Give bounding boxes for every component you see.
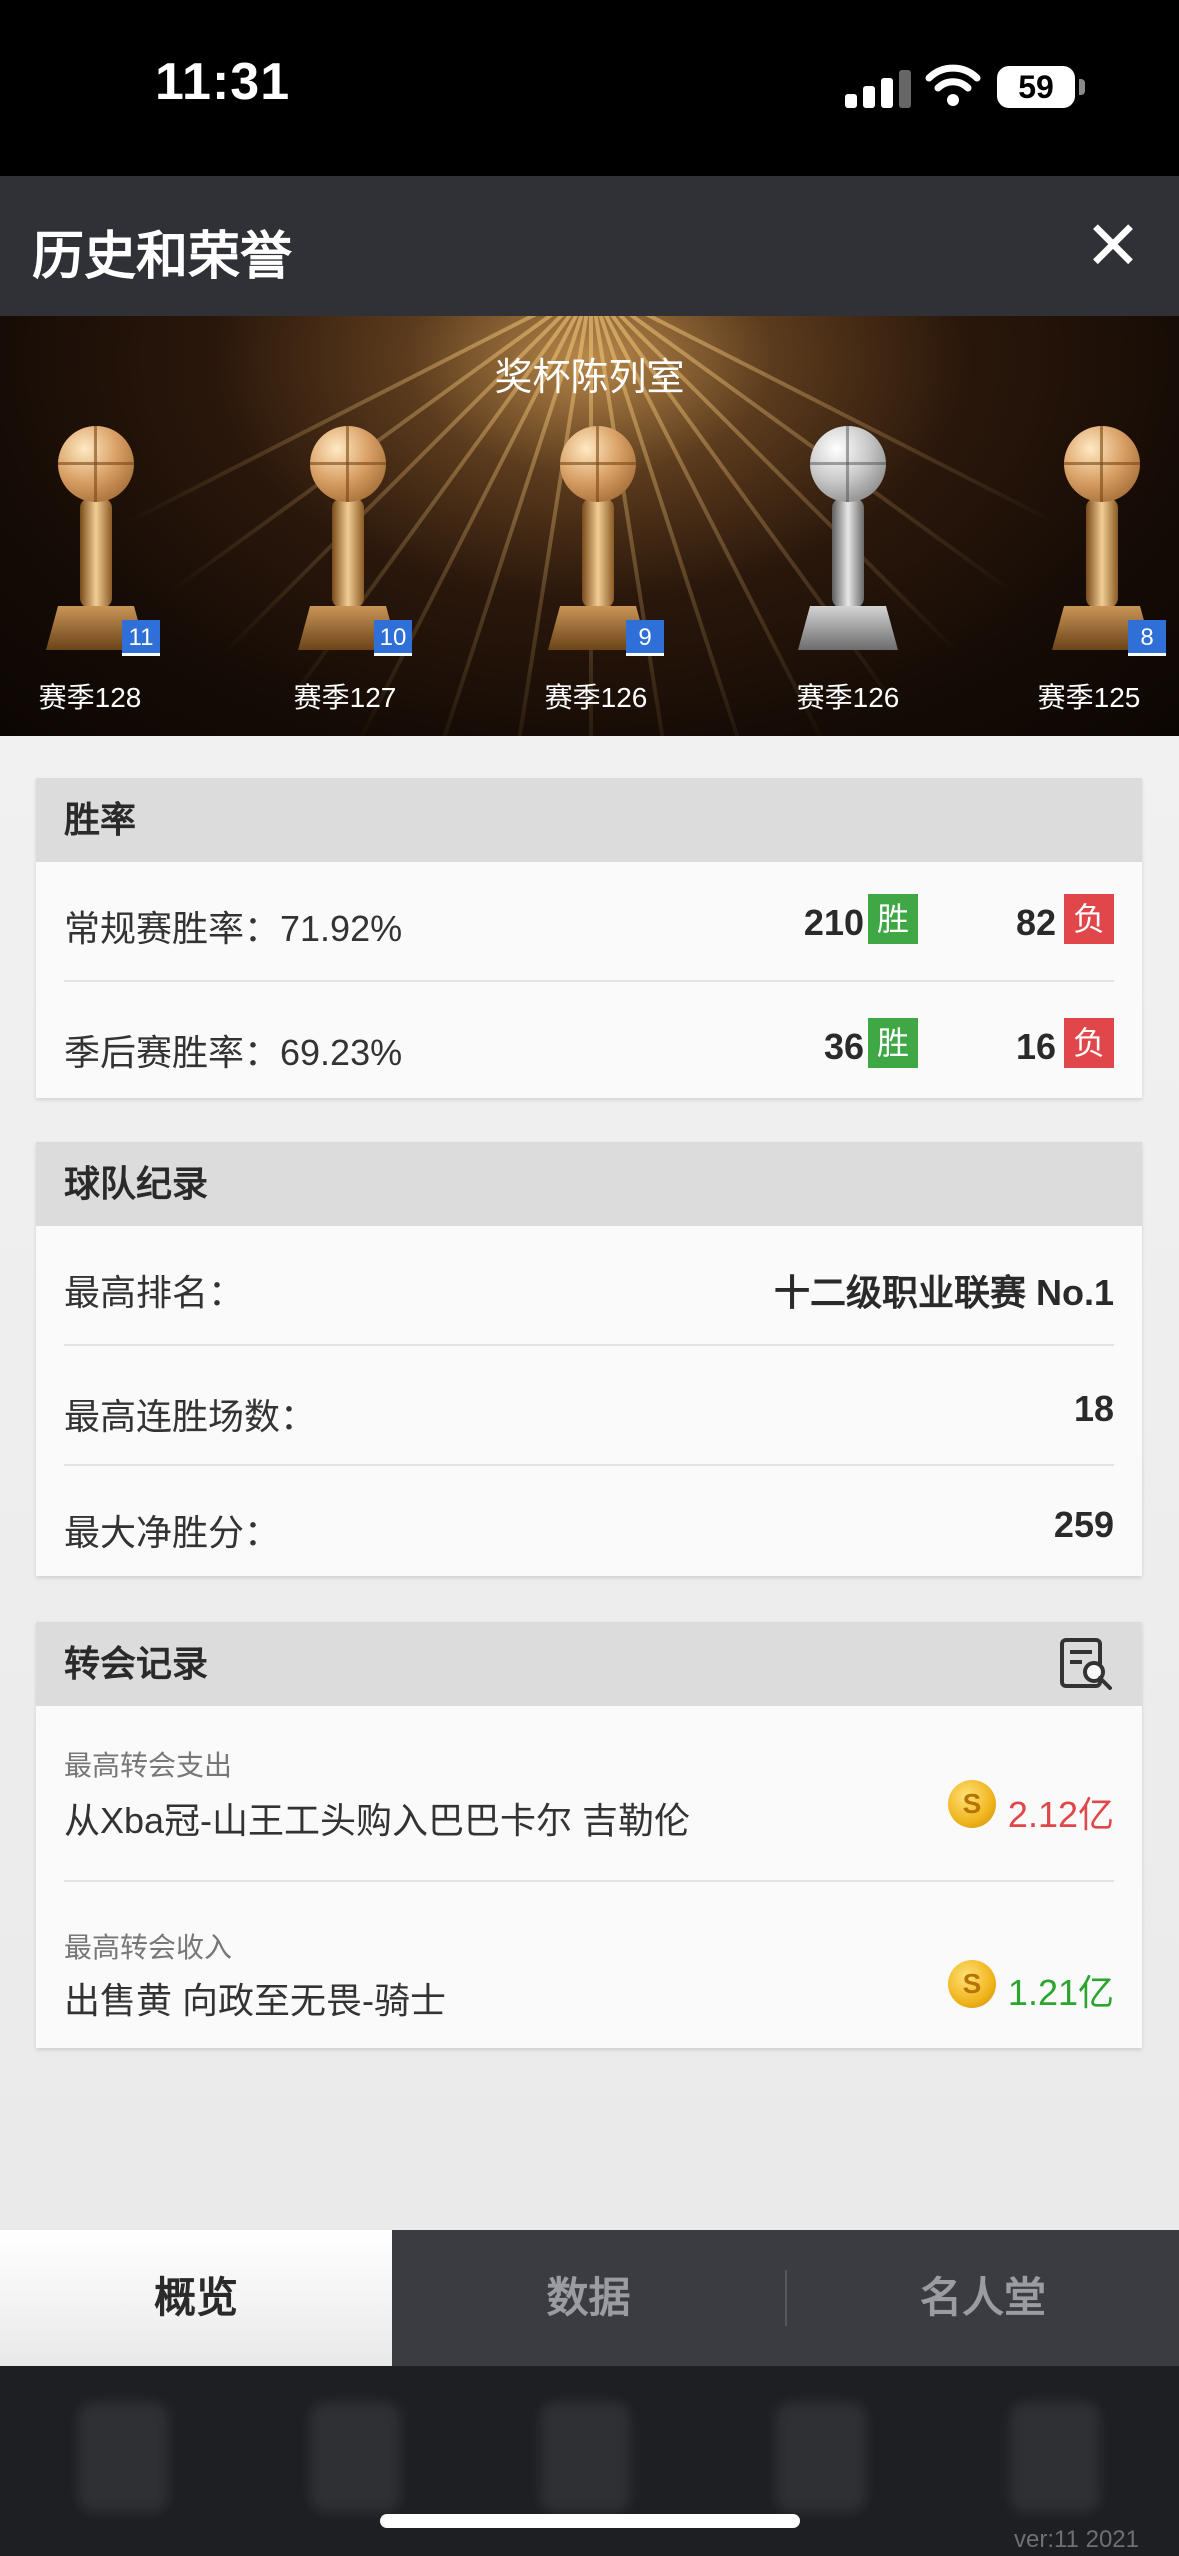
tab-hall-of-fame[interactable]: 名人堂 <box>787 2230 1179 2366</box>
tab-data[interactable]: 数据 <box>392 2230 785 2366</box>
transfer-income-row[interactable]: 最高转会收入 出售黄 向政至无畏-骑士 S 1.21亿 <box>64 1882 1114 2048</box>
page-header: 历史和荣誉 ✕ <box>0 176 1179 316</box>
status-time: 11:31 <box>155 53 291 111</box>
win-rate-card: 胜率 常规赛胜率：71.92% 210 胜 82 负 季后赛胜率：69.23% … <box>36 778 1142 1098</box>
home-indicator[interactable] <box>380 2514 800 2528</box>
transfer-expense-row[interactable]: 最高转会支出 从Xba冠-山王工头购入巴巴卡尔 吉勒伦 S 2.12亿 <box>64 1706 1114 1882</box>
win-rate-heading: 胜率 <box>36 778 1142 862</box>
transfer-expense-description: 从Xba冠-山王工头购入巴巴卡尔 吉勒伦 <box>64 1800 691 1841</box>
trophy-count-badge: 10 <box>374 620 412 656</box>
bottom-tab-bar: 概览 数据 名人堂 <box>0 2230 1179 2366</box>
loss-tag: 负 <box>1064 894 1114 944</box>
content-area: 胜率 常规赛胜率：71.92% 210 胜 82 负 季后赛胜率：69.23% … <box>0 736 1179 2230</box>
nav-ghost-icon <box>310 2402 400 2512</box>
trophy-season-label: 赛季128 <box>38 682 142 713</box>
trophy-icon[interactable] <box>782 426 912 686</box>
coin-icon: S <box>948 1780 996 1828</box>
transfer-income-amount: 1.21亿 <box>1007 1972 1114 2013</box>
search-document-icon[interactable] <box>1058 1636 1114 1692</box>
team-record-heading: 球队纪录 <box>36 1142 1142 1226</box>
nav-ghost-icon <box>540 2402 630 2512</box>
highest-rank-value: 十二级职业联赛 No.1 <box>773 1272 1114 1313</box>
transfer-income-caption: 最高转会收入 <box>64 1932 233 1963</box>
status-bar: 11:31 59 <box>0 0 1179 176</box>
page-title: 历史和荣誉 <box>32 228 293 286</box>
win-tag: 胜 <box>868 1018 918 1068</box>
loss-tag: 负 <box>1064 1018 1114 1068</box>
record-row: 最高排名： 十二级职业联赛 No.1 <box>64 1226 1114 1346</box>
playoff-losses-count: 16 <box>1015 1026 1056 1067</box>
trophy-season-label: 赛季126 <box>544 682 648 713</box>
trophy-room-title: 奖杯陈列室 <box>494 357 685 399</box>
trophy-count-badge: 8 <box>1128 620 1166 656</box>
version-label: ver:11 2021 <box>1014 2526 1139 2553</box>
playoff-row: 季后赛胜率：69.23% 36 胜 16 负 <box>64 982 1114 1096</box>
trophy-count-badge: 9 <box>626 620 664 656</box>
longest-win-streak-value: 18 <box>1073 1388 1114 1429</box>
transfer-income-description: 出售黄 向政至无畏-骑士 <box>64 1980 446 2021</box>
regular-losses-count: 82 <box>1015 902 1056 943</box>
trophy-room-banner: 奖杯陈列室 11 赛季128 10 赛季127 9 赛季126 赛季126 8 … <box>0 316 1179 736</box>
record-row: 最高连胜场数： 18 <box>64 1346 1114 1466</box>
wifi-icon <box>925 64 981 106</box>
close-button[interactable]: ✕ <box>1077 210 1149 282</box>
regular-wins-count: 210 <box>803 902 864 943</box>
highest-rank-label: 最高排名： <box>64 1272 245 1313</box>
max-point-diff-label: 最大净胜分： <box>64 1512 281 1553</box>
playoff-wins-count: 36 <box>823 1026 864 1067</box>
nav-ghost-icon <box>776 2402 866 2512</box>
nav-ghost-icon <box>78 2402 168 2512</box>
cellular-signal-icon <box>845 70 925 108</box>
trophy-season-label: 赛季125 <box>1037 682 1141 713</box>
transfer-expense-caption: 最高转会支出 <box>64 1750 233 1781</box>
record-row: 最大净胜分： 259 <box>64 1466 1114 1574</box>
transfer-record-heading: 转会记录 <box>36 1622 1142 1706</box>
tab-overview[interactable]: 概览 <box>0 2230 392 2366</box>
nav-ghost-icon <box>1010 2402 1100 2512</box>
transfer-record-title: 转会记录 <box>64 1643 209 1684</box>
trophy-season-label: 赛季126 <box>796 682 900 713</box>
playoff-win-rate: 季后赛胜率：69.23% <box>64 1032 403 1073</box>
regular-season-row: 常规赛胜率：71.92% 210 胜 82 负 <box>64 862 1114 982</box>
transfer-record-card: 转会记录 最高转会支出 从Xba冠-山王工头购入巴巴卡尔 吉勒伦 S 2.12亿… <box>36 1622 1142 2048</box>
coin-icon: S <box>948 1960 996 2008</box>
team-record-card: 球队纪录 最高排名： 十二级职业联赛 No.1 最高连胜场数： 18 最大净胜分… <box>36 1142 1142 1576</box>
max-point-diff-value: 259 <box>1053 1504 1114 1545</box>
regular-season-win-rate: 常规赛胜率：71.92% <box>64 908 403 949</box>
longest-win-streak-label: 最高连胜场数： <box>64 1396 317 1437</box>
trophy-count-badge: 11 <box>122 620 160 656</box>
win-tag: 胜 <box>868 894 918 944</box>
transfer-expense-amount: 2.12亿 <box>1007 1794 1114 1835</box>
trophy-season-label: 赛季127 <box>293 682 397 713</box>
battery-icon: 59 <box>997 66 1085 108</box>
